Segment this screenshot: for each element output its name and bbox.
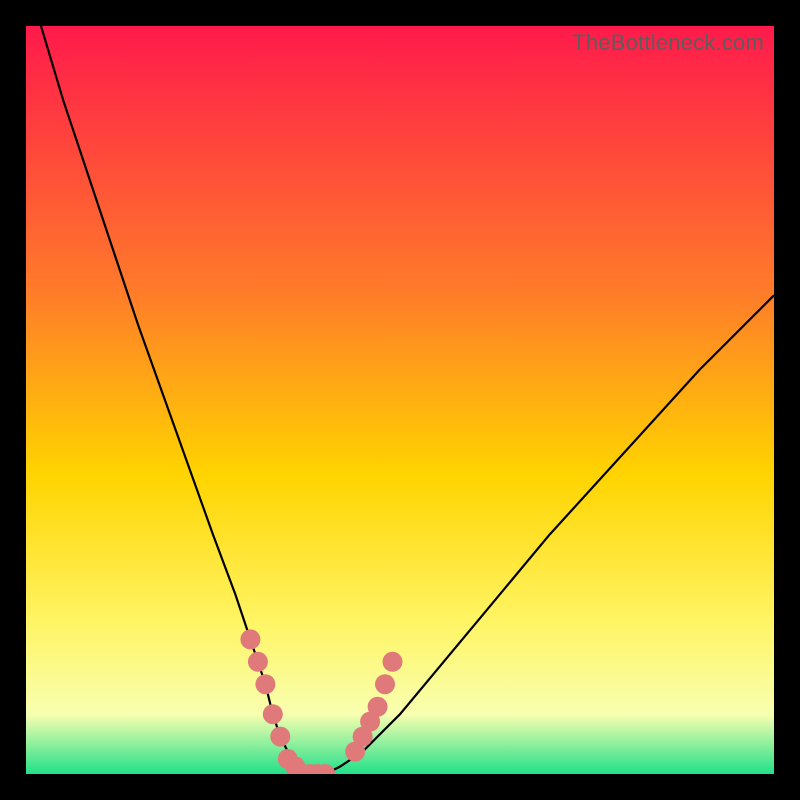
marker-dot	[375, 674, 395, 694]
marker-dot	[368, 697, 388, 717]
marker-dot	[383, 652, 403, 672]
watermark-text: TheBottleneck.com	[572, 30, 764, 56]
marker-dot	[255, 674, 275, 694]
plot-area: TheBottleneck.com	[26, 26, 774, 774]
marker-dot	[263, 704, 283, 724]
chart-frame: TheBottleneck.com	[0, 0, 800, 800]
optimal-range-markers	[240, 629, 402, 774]
marker-dot	[270, 727, 290, 747]
marker-dot	[248, 652, 268, 672]
bottleneck-curve	[26, 26, 774, 774]
marker-dot	[240, 629, 260, 649]
